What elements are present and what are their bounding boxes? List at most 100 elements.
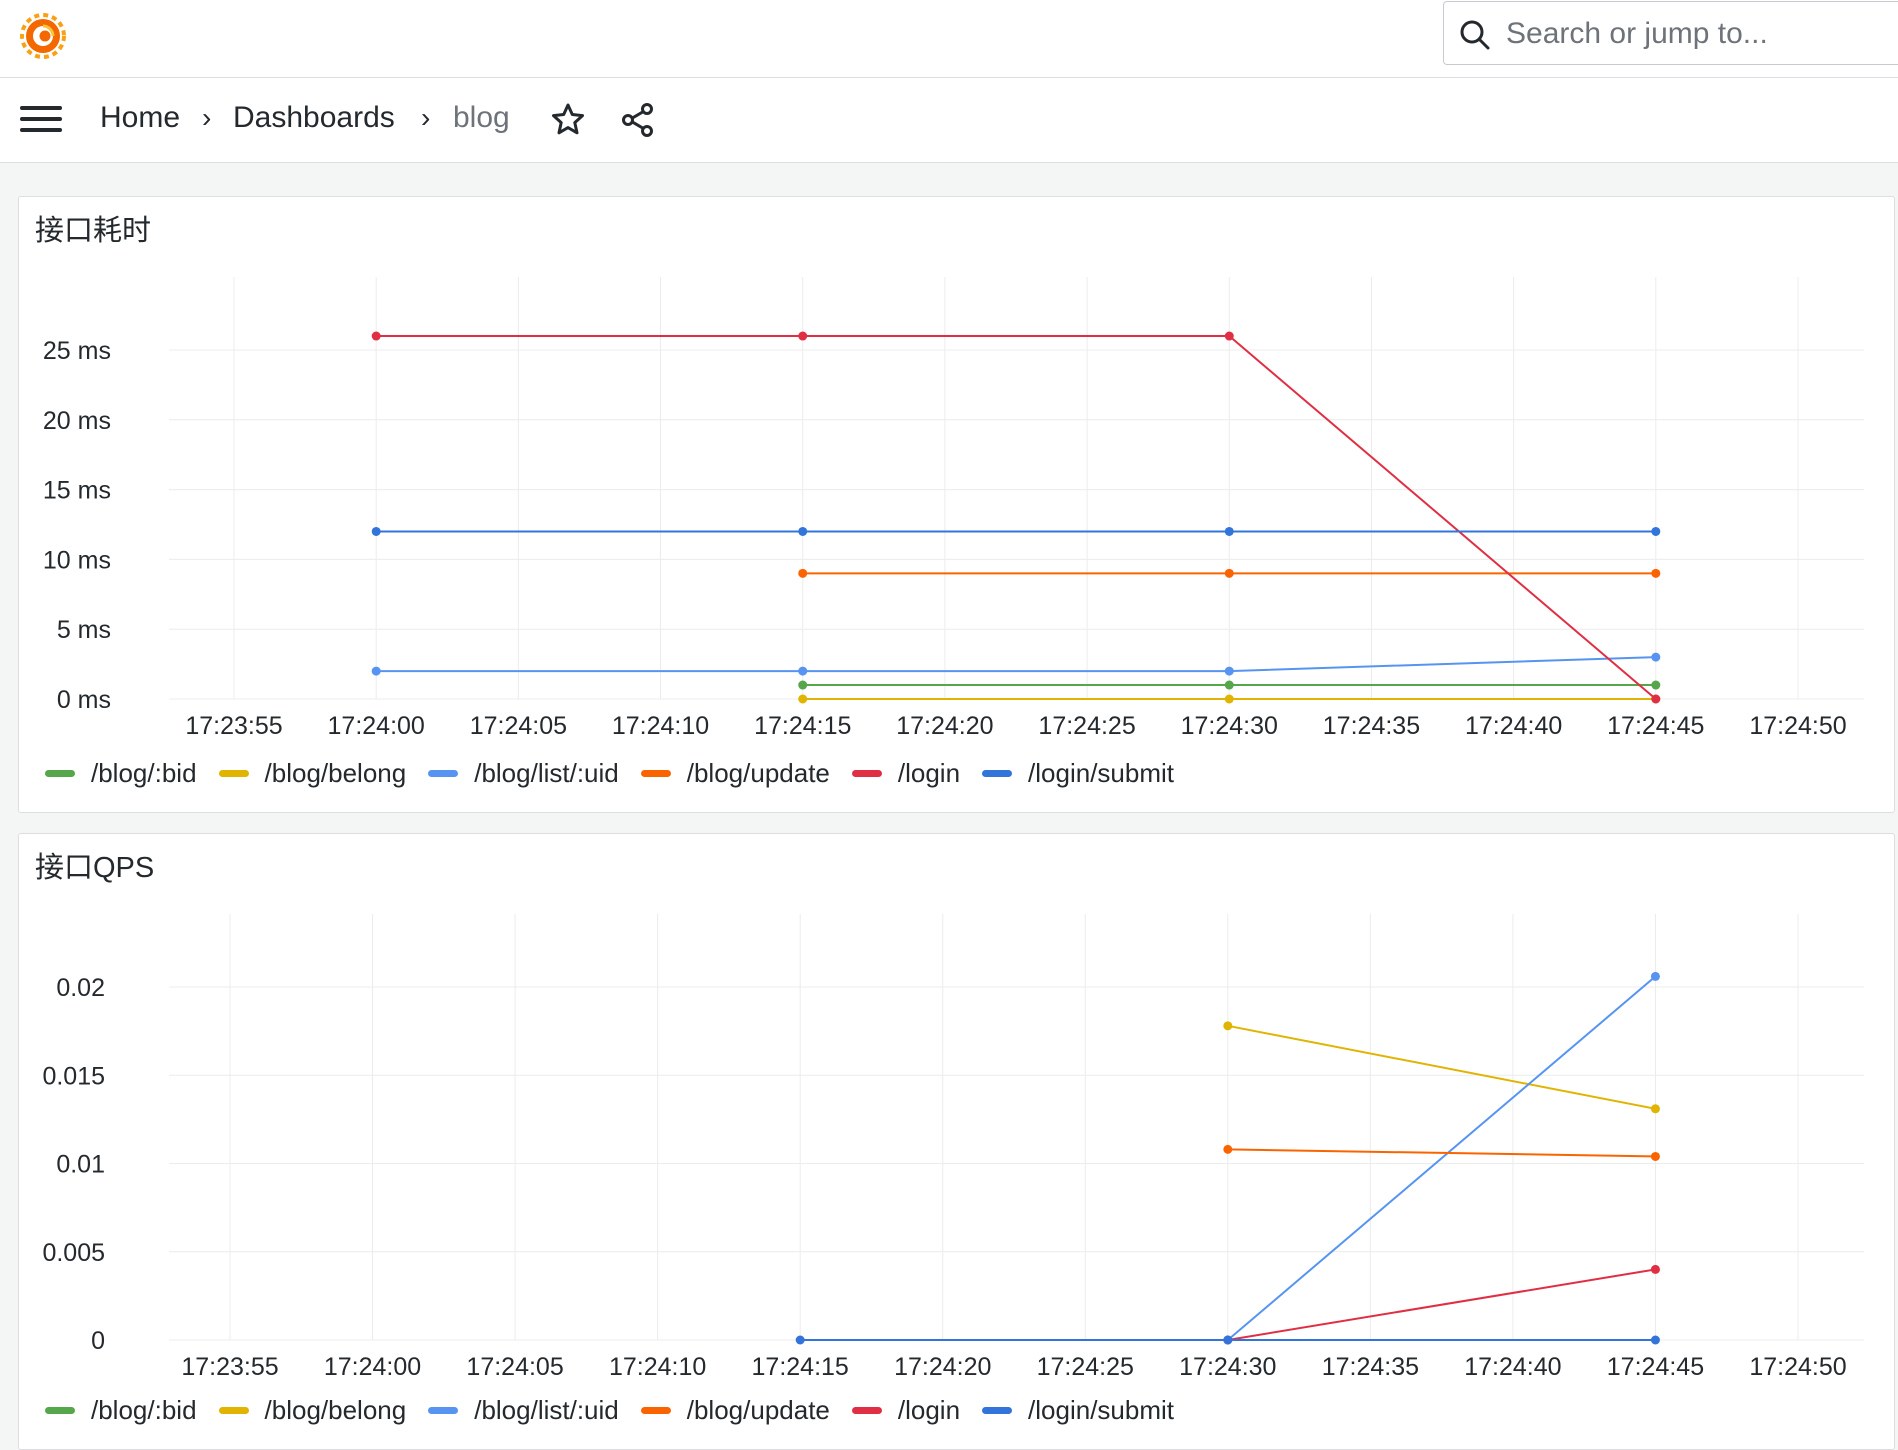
legend-label: /login (897, 757, 961, 788)
series-/login/submit (795, 1335, 1660, 1345)
data-point (1650, 971, 1660, 981)
breadcrumb-home[interactable]: Home (100, 100, 180, 136)
data-point (1224, 680, 1234, 690)
data-point (1651, 652, 1661, 662)
nav-bar: Home › Dashboards › blog (0, 78, 1898, 163)
data-point (798, 331, 808, 341)
data-point (1223, 1144, 1233, 1154)
y-tick-label: 0.015 (42, 1062, 105, 1090)
legend-swatch (218, 1406, 249, 1414)
qps-chart: 17:23:55 17:24:00 17:24:05 17:24:10 17:24:15… (42, 914, 1864, 1381)
series-/login (371, 331, 1661, 704)
legend-item[interactable]: /login/submit (982, 1395, 1174, 1426)
legend-item[interactable]: /blog/update (640, 757, 830, 789)
breadcrumb-separator: › (202, 102, 212, 133)
data-point (371, 526, 381, 536)
series-/login/submit (371, 526, 1661, 536)
legend-item[interactable]: /blog/update (640, 1394, 830, 1426)
y-tick-label: 0.02 (56, 974, 105, 1002)
x-tick-label: 17:24:10 (612, 712, 709, 740)
data-point (1651, 568, 1661, 578)
search-input[interactable] (1504, 10, 1888, 58)
x-tick-label: 17:24:00 (324, 1353, 421, 1381)
x-tick-label: 17:24:35 (1323, 712, 1420, 740)
data-point (1650, 1335, 1660, 1345)
x-tick-label: 17:24:50 (1749, 1353, 1846, 1381)
legend-label: /blog/:bid (91, 757, 197, 788)
latency-chart: 17:23:55 17:24:00 17:24:05 17:24:10 17:24:15… (43, 277, 1864, 740)
x-tick-label: 17:23:55 (181, 1353, 278, 1381)
legend-label: /login/submit (1028, 1394, 1175, 1425)
legend-swatch (982, 1406, 1013, 1414)
legend-swatch (851, 1406, 882, 1414)
legend-item[interactable]: /login (851, 757, 961, 789)
x-tick-label: 17:24:25 (1037, 1353, 1134, 1381)
data-point (1224, 568, 1234, 578)
x-tick-label: 17:24:10 (609, 1353, 706, 1381)
data-point (1224, 666, 1234, 676)
data-point (1651, 526, 1661, 536)
legend-label: /blog/belong (264, 1394, 407, 1425)
data-point (798, 526, 808, 536)
y-tick-label: 0 (91, 1327, 105, 1355)
series-line (1227, 1148, 1656, 1158)
legend-item[interactable]: /blog/:bid (45, 758, 197, 789)
panel-qps: 接口QPS 17:23:55 17:24:00 17:24:05 17:24:10 17… (18, 833, 1895, 1450)
data-point (1650, 1264, 1660, 1274)
legend-item[interactable]: /blog/list/:uid (428, 758, 619, 789)
legend-item[interactable]: /blog/belong (218, 1394, 407, 1426)
y-tick-label: 0.01 (56, 1151, 105, 1179)
legend-label: /blog/update (686, 757, 830, 788)
x-tick-label: 17:24:25 (1038, 712, 1135, 740)
x-tick-label: 17:24:35 (1322, 1353, 1419, 1381)
series-line (376, 335, 1657, 700)
x-tick-label: 17:24:45 (1607, 712, 1704, 740)
data-point (371, 331, 381, 341)
series-line (1227, 1024, 1656, 1110)
x-tick-label: 17:24:05 (470, 712, 567, 740)
data-point (795, 1335, 805, 1345)
data-point (1651, 680, 1661, 690)
legend-label: /blog/update (686, 1394, 830, 1425)
x-tick-label: 17:24:45 (1607, 1353, 1704, 1381)
y-tick-label: 10 ms (43, 546, 111, 574)
data-point (1223, 1021, 1233, 1031)
hamburger-menu-icon[interactable] (20, 106, 64, 134)
x-tick-label: 17:24:40 (1464, 1353, 1561, 1381)
legend-label: /blog/:bid (91, 1394, 197, 1425)
series-line (1227, 975, 1657, 1341)
share-icon[interactable] (620, 102, 656, 138)
panel-latency: 接口耗时 17:23:55 17:24:00 17:24:05 17:24:10 17:… (18, 196, 1895, 813)
data-point (1224, 331, 1234, 341)
legend-swatch (851, 769, 882, 777)
star-icon[interactable] (550, 102, 586, 138)
series-line (376, 656, 1656, 673)
search-box[interactable] (1443, 1, 1898, 65)
grafana-logo[interactable] (18, 10, 68, 60)
legend-item[interactable]: /blog/list/:uid (428, 1395, 619, 1426)
data-point (1224, 694, 1234, 704)
series-/blog/update (798, 568, 1661, 578)
legend-swatch (640, 1406, 671, 1414)
chart-legend: /blog/:bid/blog/belong/blog/list/:uid/bl… (45, 755, 1196, 791)
y-tick-label: 5 ms (57, 616, 111, 644)
legend-item[interactable]: /login/submit (982, 758, 1174, 789)
y-tick-label: 15 ms (43, 477, 111, 505)
grid (169, 277, 1864, 700)
legend-label: /login/submit (1028, 757, 1175, 788)
legend-item[interactable]: /login (851, 1395, 960, 1426)
legend-item[interactable]: /blog/belong (218, 758, 406, 789)
legend-item[interactable]: /blog/:bid (45, 1395, 197, 1426)
series-/login (1223, 1264, 1660, 1345)
x-tick-label: 17:24:20 (894, 1353, 991, 1381)
breadcrumb-dashboards[interactable]: Dashboards (233, 100, 395, 136)
breadcrumb-separator: › (421, 102, 431, 133)
data-point (371, 666, 381, 676)
y-tick-label: 25 ms (43, 337, 111, 365)
data-point (798, 680, 808, 690)
search-icon (1460, 20, 1490, 50)
series-line (1227, 1268, 1656, 1341)
legend-swatch (45, 769, 75, 777)
x-tick-label: 17:24:30 (1179, 1353, 1276, 1381)
legend-swatch (982, 769, 1013, 777)
